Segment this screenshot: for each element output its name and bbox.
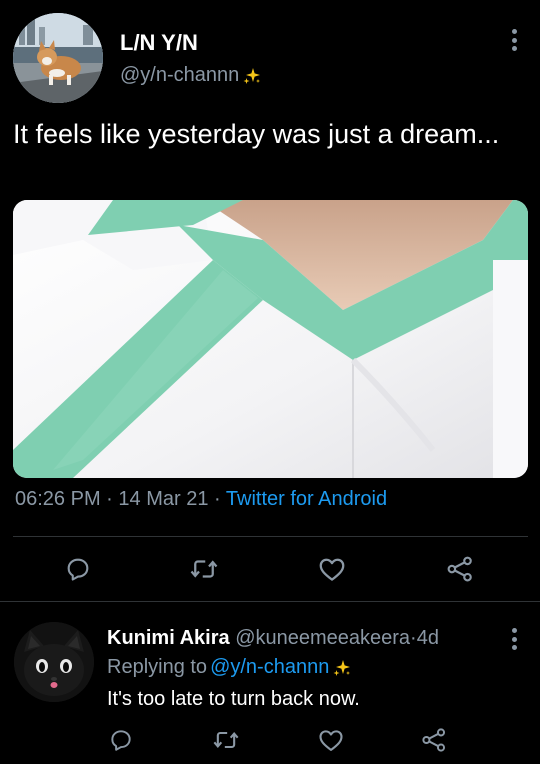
- tweet-actions: [0, 553, 540, 585]
- reply-retweet-button[interactable]: [211, 725, 241, 755]
- author-avatar[interactable]: [13, 13, 103, 103]
- more-options-button[interactable]: [502, 26, 526, 54]
- retweet-icon: [213, 731, 239, 749]
- like-button[interactable]: [316, 553, 348, 585]
- divider: [13, 536, 528, 537]
- tweet-source-link[interactable]: Twitter for Android: [226, 488, 387, 510]
- tweet-separator: [0, 601, 540, 602]
- reply-more-options-button[interactable]: [502, 626, 526, 652]
- author-handle-row: @y/n-channn: [120, 64, 262, 87]
- author-handle[interactable]: @y/n-channn: [120, 64, 239, 87]
- tweet-text: It feels like yesterday was just a dream…: [13, 119, 500, 149]
- reply-header: Kunimi Akira @kuneemeeakeera·4d: [107, 627, 439, 650]
- reply-reply-button[interactable]: [106, 725, 136, 755]
- reply-age: 4d: [416, 627, 439, 649]
- reply-author-name[interactable]: Kunimi Akira: [107, 627, 230, 649]
- more-vertical-icon: [511, 628, 517, 633]
- retweet-icon: [190, 560, 218, 578]
- black-cat-photo: [14, 622, 94, 702]
- share-icon: [447, 556, 472, 582]
- meta-separator: ·: [214, 488, 221, 510]
- reply-text: It's too late to turn back now.: [107, 688, 360, 710]
- meta-separator: ·: [106, 488, 113, 510]
- sparkles-icon: [333, 659, 351, 676]
- tweet-time: 06:26 PM: [15, 488, 101, 510]
- tweet-meta: 06:26 PM · 14 Mar 21 · Twitter for Andro…: [15, 488, 387, 511]
- reply-like-button[interactable]: [316, 725, 346, 755]
- retweet-button[interactable]: [188, 553, 220, 585]
- reply-actions: [0, 725, 540, 755]
- shirt-collar-photo: [13, 200, 528, 478]
- tweet-date: 14 Mar 21: [118, 488, 209, 510]
- author-name[interactable]: L/N Y/N: [120, 30, 198, 56]
- replying-to-label: Replying to: [107, 656, 208, 678]
- sparkles-icon: [243, 67, 261, 84]
- share-button[interactable]: [444, 553, 476, 585]
- replying-to-row: Replying to @y/n-channn: [107, 656, 352, 679]
- more-vertical-icon: [511, 29, 517, 34]
- reply-share-button[interactable]: [419, 725, 449, 755]
- replying-to-mention[interactable]: @y/n-channn: [210, 656, 329, 679]
- main-tweet: L/N Y/N @y/n-channn It feels like yester…: [0, 0, 540, 600]
- heart-icon: [319, 558, 345, 581]
- reply-author-handle[interactable]: @kuneemeeakeera: [235, 627, 410, 649]
- share-icon: [422, 728, 446, 752]
- heart-icon: [319, 730, 343, 751]
- reply-icon: [111, 730, 131, 751]
- reply-author-avatar[interactable]: [14, 622, 94, 702]
- reply-button[interactable]: [62, 553, 94, 585]
- reply-icon: [67, 558, 89, 581]
- tweet-image[interactable]: [13, 200, 528, 478]
- reply-separator: ·: [410, 627, 417, 649]
- avatar-photo: [13, 13, 103, 103]
